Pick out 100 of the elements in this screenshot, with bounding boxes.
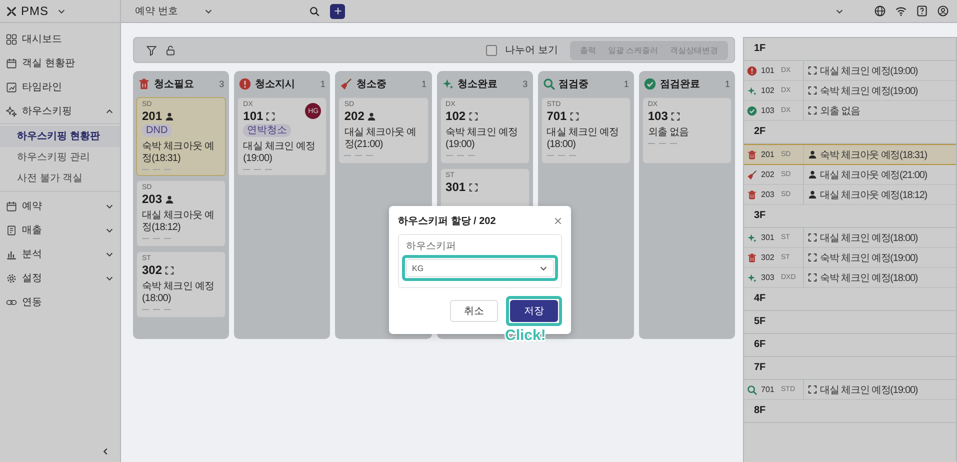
sidebar-item[interactable]: 하우스키핑 <box>0 99 120 123</box>
room-note: 숙박 체크아웃 예정(18:31) <box>820 148 928 162</box>
room-number: 701 <box>761 385 776 394</box>
search-icon[interactable] <box>309 6 320 16</box>
globe-icon[interactable] <box>874 5 886 17</box>
room-number: 302 <box>142 263 162 277</box>
search-type-select[interactable]: 예약 번호 <box>135 4 213 18</box>
sidebar-label: 설정 <box>22 272 43 285</box>
placeholder-dashes <box>344 152 374 157</box>
floor-label: 3F <box>744 205 956 228</box>
column-count: 3 <box>522 79 528 89</box>
room-note: 대실 체크인 예정(19:00) <box>820 384 918 396</box>
checkbox-label: 나누어 보기 <box>504 44 558 57</box>
field-label: 하우스키퍼 <box>405 240 457 254</box>
column-title: 점검중 <box>558 78 590 91</box>
sparkle-outline-icon <box>6 106 17 116</box>
receipt-icon <box>6 224 17 236</box>
placeholder-dashes <box>546 152 576 157</box>
chevron-left-icon[interactable] <box>101 447 110 456</box>
column-count: 1 <box>624 79 629 89</box>
room-note: 대실 체크아웃 예정(21:00) <box>820 168 928 182</box>
room-note: 대실 체크인 예정(19:00) <box>820 64 918 78</box>
room-note: 대실 체크아웃 예정(21:00) <box>344 127 418 151</box>
room-number: 701 <box>546 109 567 123</box>
lock-icon[interactable] <box>165 44 176 56</box>
floor-label: 4F <box>744 288 956 311</box>
room-note: 숙박 체크인 예정(19:00) <box>820 252 918 264</box>
sidebar-subitem[interactable]: 하우스키핑 관리 <box>0 147 120 168</box>
sidebar-label: 분석 <box>22 248 43 261</box>
room-note: 외출 없음 <box>648 127 689 139</box>
sidebar-item[interactable]: 설정 <box>0 266 120 290</box>
room-number: 101 <box>761 66 776 75</box>
sidebar-item[interactable]: 대시보드 <box>0 27 120 51</box>
placeholder-dashes <box>142 306 171 311</box>
placeholder-dashes <box>142 166 171 171</box>
sidebar-label: 타임라인 <box>22 81 63 94</box>
room-number: 302 <box>761 253 776 262</box>
column-title: 청소지시 <box>255 78 296 91</box>
sidebar-item[interactable]: 타임라인 <box>0 75 120 99</box>
sidebar-label: 하우스키핑 <box>22 105 73 118</box>
wifi-icon[interactable] <box>895 5 907 17</box>
sidebar-item[interactable]: 매출 <box>0 218 120 242</box>
help-icon[interactable] <box>916 5 928 17</box>
room-number: 101 <box>243 109 264 123</box>
room-note: 대실 체크인 예정(19:00) <box>243 141 316 165</box>
floor-label: 5F <box>744 311 956 334</box>
filter-icon[interactable] <box>146 44 157 56</box>
room-number: 102 <box>446 109 466 123</box>
chart-square-icon <box>6 82 17 92</box>
room-number: 202 <box>761 170 776 179</box>
column-title: 점검완료 <box>660 78 701 91</box>
room-number: 201 <box>142 109 162 123</box>
room-number: 201 <box>761 150 776 159</box>
close-icon[interactable] <box>554 217 562 225</box>
room-number: 303 <box>761 273 776 282</box>
column-count: 1 <box>320 79 326 89</box>
floor-label: 8F <box>744 400 956 423</box>
column-title: 청소완료 <box>458 78 499 91</box>
chevron-up-icon[interactable] <box>105 106 114 116</box>
logo-icon <box>6 6 17 16</box>
room-note: 숙박 체크인 예정(18:00) <box>142 281 215 305</box>
column-count: 1 <box>422 79 427 89</box>
bar-chart-icon <box>6 248 17 260</box>
housekeeper-select[interactable]: KG <box>406 259 554 277</box>
add-button[interactable] <box>330 4 345 18</box>
room-number: 103 <box>761 106 776 115</box>
column-title: 청소중 <box>356 78 388 91</box>
calendar-icon <box>6 200 17 212</box>
column-title: 청소필요 <box>154 78 195 91</box>
sidebar-subitem[interactable]: 사전 불가 객실 <box>0 168 120 189</box>
placeholder-dashes <box>648 140 677 145</box>
room-number: 301 <box>761 233 776 242</box>
column-count: 3 <box>219 79 224 89</box>
status-tag: DND <box>142 124 172 137</box>
room-note: 숙박 체크인 예정(19:00) <box>820 84 918 98</box>
cancel-button[interactable]: 취소 <box>450 300 498 322</box>
calendar-icon <box>6 58 17 68</box>
sidebar-item[interactable]: 연동 <box>0 290 120 314</box>
room-note: 숙박 체크인 예정(19:00) <box>446 127 518 151</box>
sidebar-item[interactable]: 객실 현황판 <box>0 51 120 75</box>
sidebar-subitem[interactable]: 하우스키핑 현황판 <box>0 126 120 147</box>
room-number: 301 <box>446 180 466 194</box>
grid-icon <box>6 34 17 44</box>
room-note: 대실 체크아웃 예정(18:12) <box>820 188 928 202</box>
room-number: 202 <box>344 109 364 123</box>
sidebar-item[interactable]: 분석 <box>0 242 120 266</box>
save-button[interactable]: 저장 <box>510 300 558 322</box>
room-number: 102 <box>761 86 776 95</box>
room-note: 대실 체크인 예정(18:00) <box>546 127 620 151</box>
column-count: 1 <box>725 79 730 89</box>
sidebar-label: 객실 현황판 <box>22 57 76 70</box>
sidebar-label: 예약 <box>22 200 43 213</box>
sidebar-item[interactable]: 예약 <box>0 194 120 218</box>
status-tag: 연박청소 <box>243 124 292 137</box>
room-number: 103 <box>648 109 668 123</box>
user-icon[interactable] <box>937 5 949 17</box>
checkbox[interactable] <box>486 44 497 56</box>
placeholder-dashes <box>243 166 272 171</box>
gear-icon <box>6 272 17 284</box>
floor-label: 6F <box>744 334 956 357</box>
